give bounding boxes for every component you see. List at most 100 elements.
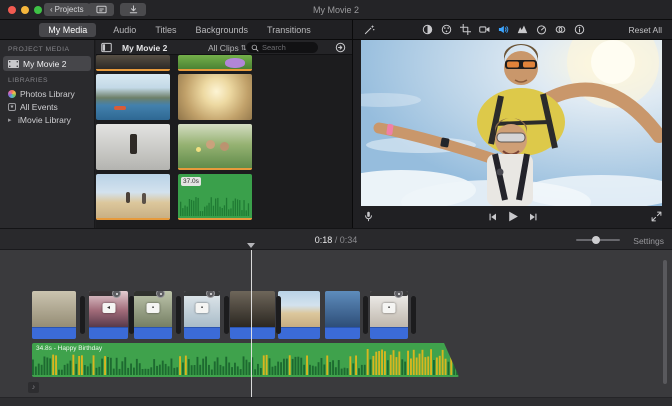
clip-filter-icon[interactable]	[555, 24, 566, 35]
background-music-clip[interactable]: 34.8s - Happy Birthday	[32, 343, 459, 377]
playhead-line[interactable]	[251, 250, 252, 397]
clip-edge-handle[interactable]	[411, 296, 416, 334]
import-media-icon	[95, 5, 107, 14]
clip-audio-strip	[89, 327, 128, 339]
clip-thumbnail[interactable]	[96, 74, 170, 120]
favorite-range-strip	[96, 218, 170, 220]
favorite-range-strip	[96, 69, 170, 71]
audio-waveform	[180, 197, 250, 216]
clip-thumbnail[interactable]	[96, 124, 170, 170]
favorite-range-strip	[178, 168, 252, 170]
time-separator: /	[334, 235, 338, 245]
audio-clip-thumbnail[interactable]: 37.0s	[178, 174, 252, 220]
adjustment-badge-icon[interactable]	[156, 291, 165, 298]
music-waveform	[32, 349, 458, 375]
fullscreen-icon[interactable]	[651, 211, 662, 222]
clip-thumbnail[interactable]	[96, 55, 170, 71]
clip-edge-handle[interactable]	[276, 296, 281, 334]
adjustment-badge-icon[interactable]	[112, 291, 121, 298]
clip-audio-strip	[370, 327, 408, 339]
volume-icon[interactable]	[498, 24, 509, 35]
clip-audio-strip	[184, 327, 220, 339]
clip-edge-handle[interactable]	[363, 296, 368, 334]
color-correction-icon[interactable]	[441, 24, 452, 35]
play-button[interactable]	[506, 210, 519, 223]
timeline-clip[interactable]: ▪	[370, 291, 408, 339]
search-input[interactable]	[262, 43, 312, 52]
timeline-clip[interactable]: ▪	[134, 291, 172, 339]
enhance-wand-icon[interactable]	[364, 24, 375, 35]
timeline-zoom-slider[interactable]	[576, 236, 620, 244]
sidebar-item-photos-library[interactable]: Photos Library	[3, 87, 91, 100]
sidebar-item-label: Photos Library	[20, 88, 75, 99]
music-lane-icon[interactable]: ♪	[28, 382, 39, 393]
reset-all-button[interactable]: Reset All	[628, 25, 662, 35]
crop-icon[interactable]	[460, 24, 471, 35]
import-button[interactable]	[120, 3, 146, 16]
timeline-footer	[0, 397, 672, 406]
previous-frame-button[interactable]	[487, 212, 497, 222]
timeline-clip[interactable]: ▪	[184, 291, 220, 339]
sidebar-item-imovie-library[interactable]: ▸ iMovie Library	[3, 113, 91, 126]
sidebar-item-my-movie-2[interactable]: My Movie 2	[3, 56, 91, 71]
timeline-clip[interactable]	[278, 291, 320, 339]
clip-filter-dropdown[interactable]: All Clips ⇅	[208, 43, 247, 53]
tab-titles[interactable]: Titles	[153, 23, 178, 37]
timeline-clip[interactable]	[32, 291, 76, 339]
timeline-clip[interactable]	[230, 291, 275, 339]
imovie-window: ‹ Projects My Movie 2 My Media Audio Tit…	[0, 0, 672, 406]
clip-edge-handle[interactable]	[224, 296, 229, 334]
video-frame[interactable]	[361, 40, 662, 206]
chevron-left-icon: ‹	[50, 5, 53, 14]
clip-audio-strip	[32, 327, 76, 339]
tab-audio[interactable]: Audio	[111, 23, 138, 37]
microphone-icon[interactable]	[363, 211, 374, 222]
next-frame-button[interactable]	[528, 212, 538, 222]
close-window-button[interactable]	[8, 6, 16, 14]
media-tabbar: My Media Audio Titles Backgrounds Transi…	[0, 20, 352, 40]
clip-info-icon[interactable]	[574, 24, 585, 35]
noise-reduction-icon[interactable]	[517, 24, 528, 35]
search-field[interactable]	[246, 42, 318, 53]
all-events-icon: ★	[8, 102, 16, 111]
tab-my-media[interactable]: My Media	[39, 22, 97, 37]
clip-thumbnail[interactable]	[178, 55, 252, 71]
clip-edge-handle[interactable]	[129, 296, 134, 334]
timeline-clip[interactable]	[325, 291, 360, 339]
clip-edge-handle[interactable]	[80, 296, 85, 334]
playhead-marker[interactable]	[247, 243, 255, 248]
title-bar: ‹ Projects My Movie 2	[0, 0, 672, 20]
filmstrip-icon	[8, 59, 19, 68]
minimize-window-button[interactable]	[21, 6, 29, 14]
clip-audio-strip	[278, 327, 320, 339]
playback-controls	[353, 206, 672, 228]
disclosure-triangle-icon[interactable]: ▸	[8, 116, 14, 124]
stabilization-icon[interactable]	[479, 24, 490, 35]
zoom-slider-thumb[interactable]	[592, 236, 600, 244]
tab-transitions[interactable]: Transitions	[265, 23, 313, 37]
browser-action-button[interactable]	[335, 42, 346, 53]
clip-thumbnail[interactable]	[178, 124, 252, 170]
color-balance-icon[interactable]	[422, 24, 433, 35]
speed-icon[interactable]	[536, 24, 547, 35]
clip-edge-handle[interactable]	[176, 296, 181, 334]
sidebar-item-all-events[interactable]: ★ All Events	[3, 100, 91, 113]
adjustment-badge-icon[interactable]	[206, 291, 215, 298]
timeline-scrollbar[interactable]	[663, 260, 667, 384]
timeline-toolbar: 0:18 / 0:34 Settings	[0, 228, 672, 250]
timeline-clip[interactable]: ◂	[89, 291, 128, 339]
zoom-window-button[interactable]	[34, 6, 42, 14]
sidebar-toggle-icon[interactable]	[101, 42, 112, 53]
clip-thumbnail[interactable]	[178, 74, 252, 120]
projects-back-button[interactable]: ‹ Projects	[44, 3, 90, 16]
browser-header: My Movie 2 All Clips ⇅	[96, 40, 352, 55]
timeline-settings-button[interactable]: Settings	[633, 236, 664, 246]
adjustment-badge-icon[interactable]	[394, 291, 403, 298]
media-button[interactable]	[88, 3, 114, 16]
tab-backgrounds[interactable]: Backgrounds	[193, 23, 250, 37]
skydiving-video-still	[361, 40, 662, 206]
clip-thumbnail[interactable]	[96, 174, 170, 220]
media-browser: My Movie 2 All Clips ⇅ 37.0s	[96, 40, 352, 228]
viewer-pane	[353, 40, 672, 228]
music-clip-label: 34.8s - Happy Birthday	[36, 345, 103, 352]
